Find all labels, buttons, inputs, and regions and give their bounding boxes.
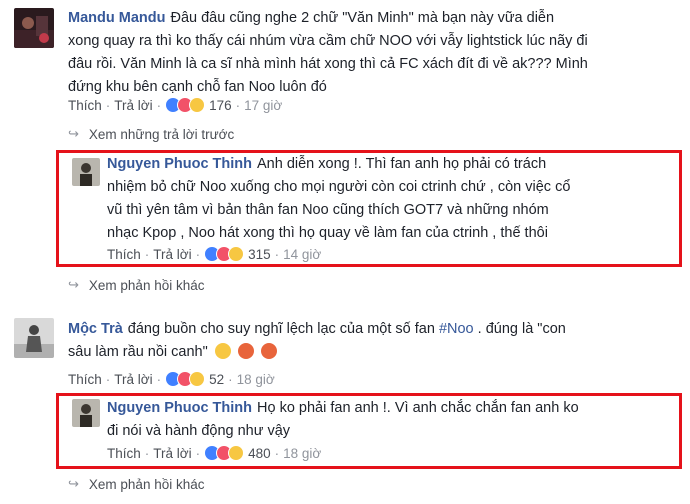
separator-dot: · bbox=[274, 246, 280, 262]
reactions[interactable] bbox=[165, 97, 206, 113]
comment-text-line: xong quay ra thì ko thấy cái nhúm vừa cầ… bbox=[68, 33, 588, 49]
reply-text-line: đi nói và hành động như vậy bbox=[107, 423, 291, 439]
view-more-label[interactable]: Xem phản hồi khác bbox=[89, 278, 205, 293]
separator-dot: · bbox=[144, 246, 150, 262]
reply-text-line: Anh diễn xong !. Thì fan anh họ phải có … bbox=[257, 156, 547, 172]
reply-author[interactable]: Nguyen Phuoc Thinh bbox=[107, 400, 252, 416]
reply-link[interactable]: Trả lời bbox=[153, 446, 191, 461]
reactions[interactable] bbox=[204, 246, 245, 262]
reply-text-line: nhiệm bỏ chữ Noo xuống cho mọi người còn… bbox=[107, 179, 571, 195]
reply-text-line: Họ ko phải fan anh !. Vì anh chắc chắn f… bbox=[257, 400, 579, 416]
like-link[interactable]: Thích bbox=[107, 247, 141, 262]
timestamp[interactable]: 17 giờ bbox=[244, 98, 282, 113]
reply-text-line: nhạc Kpop , Noo hát xong thì họ quay về … bbox=[107, 225, 548, 241]
view-more-replies-1[interactable]: ↪ Xem phản hồi khác bbox=[68, 277, 204, 293]
reply-link[interactable]: Trả lời bbox=[114, 98, 152, 113]
timestamp[interactable]: 18 giờ bbox=[283, 446, 321, 461]
comment-text-line: Đâu đâu cũng nghe 2 chữ "Văn Minh" mà bạ… bbox=[170, 10, 555, 26]
reply-arrow-icon: ↪ bbox=[68, 277, 79, 292]
reaction-count[interactable]: 480 bbox=[248, 446, 271, 461]
comment-text: đáng buồn cho suy nghĩ lệch lạc của một … bbox=[127, 321, 439, 337]
reactions[interactable] bbox=[204, 445, 245, 461]
separator-dot: · bbox=[228, 371, 233, 387]
reply-link[interactable]: Trả lời bbox=[114, 372, 152, 387]
comment-text-line: đứng khu bên cạnh chỗ fan Noo luôn đó bbox=[68, 79, 327, 95]
comment-author[interactable]: Mộc Trà bbox=[68, 321, 123, 337]
view-more-replies-2[interactable]: ↪ Xem phản hồi khác bbox=[68, 476, 204, 492]
angry-face-icon bbox=[260, 343, 277, 359]
reactions[interactable] bbox=[165, 371, 206, 387]
separator-dot: · bbox=[235, 97, 241, 113]
avatar-mandu[interactable] bbox=[14, 8, 54, 48]
separator-dot: · bbox=[274, 445, 280, 461]
comment-author[interactable]: Mandu Mandu bbox=[68, 10, 165, 26]
comment-actions: Thích · Trả lời · 52 · 18 giờ bbox=[68, 371, 275, 387]
reply-link[interactable]: Trả lời bbox=[153, 247, 191, 262]
haha-reaction-icon bbox=[189, 97, 206, 113]
avatar-nguyen-phuoc-thinh[interactable] bbox=[72, 158, 100, 186]
avatar-nguyen-phuoc-thinh[interactable] bbox=[72, 399, 100, 427]
timestamp[interactable]: 14 giờ bbox=[283, 247, 321, 262]
separator-dot: · bbox=[156, 97, 162, 113]
reaction-count[interactable]: 176 bbox=[209, 98, 232, 113]
reply-author[interactable]: Nguyen Phuoc Thinh bbox=[107, 156, 252, 172]
like-link[interactable]: Thích bbox=[107, 446, 141, 461]
view-more-label[interactable]: Xem phản hồi khác bbox=[89, 477, 205, 492]
haha-reaction-icon bbox=[228, 246, 245, 262]
confused-face-icon bbox=[214, 343, 231, 359]
comment-text: . đúng là "con bbox=[473, 321, 566, 337]
hashtag-link[interactable]: #Noo bbox=[439, 321, 474, 337]
sad-reaction-icon bbox=[228, 445, 245, 461]
separator-dot: · bbox=[105, 97, 111, 113]
like-link[interactable]: Thích bbox=[68, 372, 102, 387]
comment-mandu: Mandu Mandu Đâu đâu cũng nghe 2 chữ "Văn … bbox=[68, 7, 678, 99]
like-link[interactable]: Thích bbox=[68, 98, 102, 113]
comment-actions: Thích · Trả lời · 176 · 17 giờ bbox=[68, 97, 282, 113]
separator-dot: · bbox=[195, 246, 201, 262]
reaction-count[interactable]: 315 bbox=[248, 247, 271, 262]
reply-nguyen-2: Nguyen Phuoc Thinh Họ ko phải fan anh !. … bbox=[107, 397, 677, 443]
angry-face-icon bbox=[237, 343, 254, 359]
comment-moc-tra: Mộc Trà đáng buồn cho suy nghĩ lệch lạc c… bbox=[68, 318, 678, 364]
reply-nguyen-1: Nguyen Phuoc Thinh Anh diễn xong !. Thì f… bbox=[107, 153, 677, 245]
separator-dot: · bbox=[195, 445, 201, 461]
reply-arrow-icon: ↪ bbox=[68, 126, 79, 141]
comment-text-line: sâu làm rầu nồi canh" bbox=[68, 344, 208, 360]
comment-text-line: đâu rồi. Văn Minh là ca sĩ nhà mình hát … bbox=[68, 56, 588, 72]
reply-actions: Thích · Trả lời · 480 · 18 giờ bbox=[107, 445, 321, 461]
avatar-moc-tra[interactable] bbox=[14, 318, 54, 358]
reaction-count[interactable]: 52 bbox=[209, 372, 224, 387]
separator-dot: · bbox=[156, 371, 162, 387]
reply-text-line: vũ thì yên tâm vì bản thân fan Noo cũng … bbox=[107, 202, 549, 218]
view-previous-label[interactable]: Xem những trả lời trước bbox=[89, 127, 234, 142]
reply-actions: Thích · Trả lời · 315 · 14 giờ bbox=[107, 246, 321, 262]
reply-arrow-icon: ↪ bbox=[68, 476, 79, 491]
wow-reaction-icon bbox=[189, 371, 206, 387]
separator-dot: · bbox=[144, 445, 150, 461]
view-previous-replies[interactable]: ↪ Xem những trả lời trước bbox=[68, 126, 234, 142]
separator-dot: · bbox=[105, 371, 111, 387]
timestamp[interactable]: 18 giờ bbox=[237, 372, 275, 387]
